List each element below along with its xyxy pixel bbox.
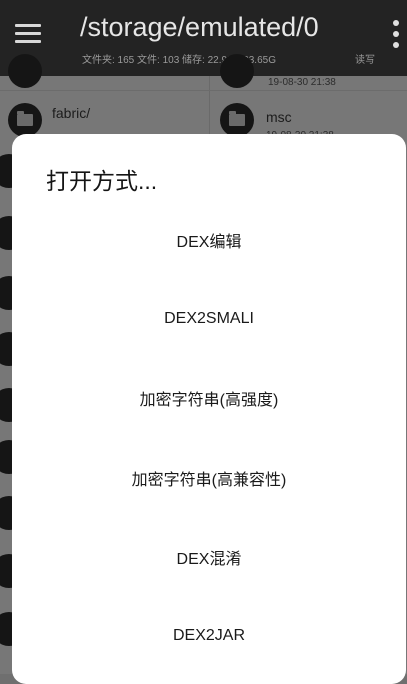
option-encrypt-strings-compatible[interactable]: 加密字符串(高兼容性)	[12, 448, 406, 508]
app-bar: /storage/emulated/0 文件夹: 165 文件: 103 储存:…	[0, 0, 407, 76]
option-dex2jar[interactable]: DEX2JAR	[12, 606, 406, 666]
folder-icon	[220, 54, 254, 88]
current-path-title: /storage/emulated/0	[80, 12, 319, 42]
option-encrypt-strings-strong[interactable]: 加密字符串(高强度)	[12, 368, 406, 428]
option-dex2smali[interactable]: DEX2SMALI	[12, 289, 406, 349]
more-vertical-icon[interactable]	[393, 20, 399, 50]
option-dex-obfuscate[interactable]: DEX混淆	[12, 527, 406, 587]
folder-icon	[220, 103, 254, 137]
file-name: msc	[266, 109, 292, 125]
hamburger-menu-icon[interactable]	[15, 24, 41, 44]
file-date: 19-08-30 21:38	[268, 77, 336, 88]
file-name: fabric/	[52, 105, 91, 121]
folder-icon	[8, 54, 42, 88]
read-write-label: 读写	[355, 55, 375, 66]
dialog-title: 打开方式...	[46, 168, 158, 194]
folder-icon	[8, 103, 42, 137]
open-with-dialog: 打开方式... DEX编辑 DEX2SMALI 加密字符串(高强度) 加密字符串…	[12, 134, 406, 684]
option-dex-edit[interactable]: DEX编辑	[12, 210, 406, 270]
